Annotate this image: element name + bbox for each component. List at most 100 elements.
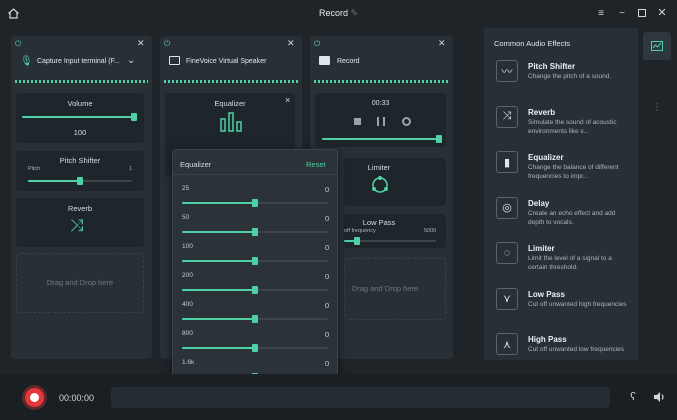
power-icon[interactable]: ⏻ [15, 39, 21, 49]
eq-band-label: 400 [182, 301, 193, 308]
maximize-icon[interactable] [636, 7, 648, 19]
effect-description: Cut off unwanted low frequencies [528, 346, 624, 353]
reverb-title: Reverb [67, 204, 93, 213]
source-label: FineVoice Virtual Speaker [186, 58, 267, 65]
high-pass-icon: ⋏ [496, 333, 518, 355]
drop-zone[interactable]: Drag and Drop here [16, 253, 144, 313]
volume-icon[interactable] [652, 390, 666, 404]
eq-band-slider[interactable] [182, 286, 328, 294]
effect-description: Limit the level of a signal to a certain… [528, 255, 612, 271]
pause-icon[interactable] [377, 117, 385, 126]
eq-band-label: 50 [182, 214, 190, 221]
power-icon[interactable]: ⏻ [314, 39, 320, 49]
close-icon[interactable]: ✕ [137, 38, 145, 49]
pitch-slider[interactable] [28, 177, 132, 185]
slider-handle[interactable] [77, 177, 83, 185]
effect-item-pitch-shifter[interactable]: 〰 Pitch Shifter Change the pitch of a so… [496, 60, 636, 100]
low-pass-param-label: off frequency [344, 228, 376, 234]
effect-item-high-pass[interactable]: ⋏ High Pass Cut off unwanted low frequen… [496, 333, 636, 373]
pitch-shifter-card[interactable]: Pitch Shifter Pitch 1 [16, 151, 144, 191]
volume-card: Volume 100 [16, 93, 144, 143]
eq-band-slider[interactable] [182, 199, 328, 207]
slider-handle[interactable] [354, 237, 360, 245]
effect-description: Cut off unwanted high frequencies [528, 300, 627, 308]
volume-value: 100 [73, 128, 87, 137]
equalizer-popup: Equalizer Reset 25 0 50 0 100 0 200 0 40… [172, 149, 338, 394]
delay-icon: ◎ [496, 196, 518, 219]
eq-band-slider[interactable] [182, 257, 328, 265]
slider-handle[interactable] [252, 286, 258, 294]
close-icon[interactable]: × [285, 95, 290, 105]
close-icon[interactable]: ✕ [656, 6, 668, 19]
mixer-tab-icon[interactable]: ⫶ [643, 94, 671, 122]
slider-handle[interactable] [252, 228, 258, 236]
slider-handle[interactable] [252, 199, 258, 207]
eq-band-row: 400 0 [173, 301, 337, 327]
eq-band-label: 800 [182, 330, 193, 337]
reset-icon[interactable] [402, 117, 411, 126]
equalizer-icon [219, 111, 243, 135]
eq-band-slider[interactable] [182, 344, 328, 352]
equalizer-icon: ▮ [496, 151, 518, 173]
low-pass-card[interactable]: Low Pass off frequency 5000 [344, 214, 446, 248]
chevron-down-icon[interactable]: ⌄ [127, 55, 135, 66]
eq-band-row: 50 0 [173, 214, 337, 240]
reset-button[interactable]: Reset [306, 160, 326, 169]
low-pass-icon: ⋎ [496, 287, 518, 310]
eq-band-label: 25 [182, 185, 190, 192]
eq-band-slider[interactable] [182, 228, 328, 236]
drop-zone-text: Drag and Drop here [46, 278, 114, 287]
effect-name: Reverb [528, 107, 556, 117]
effects-tab-icon[interactable] [643, 32, 671, 60]
slider-handle[interactable] [252, 315, 258, 323]
record-button-icon[interactable] [25, 388, 44, 407]
eq-band-row: 800 0 [173, 330, 337, 356]
slider-handle[interactable] [252, 344, 258, 352]
effect-name: Equalizer [528, 153, 564, 162]
eq-band-slider[interactable] [182, 315, 328, 323]
record-time: 00:33 [371, 100, 390, 107]
equalizer-popup-title: Equalizer [180, 160, 212, 169]
drop-zone[interactable]: Drag and Drop here [344, 258, 446, 320]
power-icon[interactable]: ⏻ [164, 39, 170, 49]
slider-handle[interactable] [436, 135, 442, 143]
effect-item-low-pass[interactable]: ⋎ Low Pass Cut off unwanted high frequen… [496, 287, 636, 328]
microphone-icon: 🎙 [20, 56, 33, 67]
minimize-icon[interactable]: − [616, 7, 628, 19]
effect-name: Limiter [528, 244, 555, 253]
low-pass-slider[interactable] [344, 237, 436, 245]
effect-item-equalizer[interactable]: ▮ Equalizer Change the balance of differ… [496, 151, 636, 191]
channel-column-capture: ⏻ ✕ 🎙 Capture Input terminal (F... ⌄ Vol… [11, 36, 152, 359]
low-pass-title: Low Pass [362, 218, 396, 227]
timeline-track [111, 387, 610, 408]
eq-band-value: 0 [325, 330, 330, 339]
effect-item-delay[interactable]: ◎ Delay Create an echo effect and add de… [496, 196, 636, 237]
record-timer: 00:00:00 [59, 393, 95, 403]
reverb-card[interactable]: Reverb ⤨ [16, 198, 144, 247]
edit-icon[interactable]: ✎ [350, 8, 358, 18]
ear-monitor-icon[interactable]: ʕ [627, 390, 639, 404]
volume-slider[interactable] [22, 113, 137, 121]
limiter-card[interactable]: Limiter [344, 158, 446, 206]
window-title: Record ✎ [318, 8, 359, 18]
close-icon[interactable]: ✕ [438, 38, 446, 49]
effect-name: High Pass [528, 335, 567, 344]
pitch-shifter-title: Pitch Shifter [59, 156, 101, 165]
effect-item-limiter[interactable]: ◌ Limiter Limit the level of a signal to… [496, 242, 636, 282]
pitch-label: Pitch [28, 166, 41, 172]
close-icon[interactable]: ✕ [287, 38, 295, 49]
eq-band-label: 100 [182, 243, 193, 250]
source-label[interactable]: Capture Input terminal (F... [37, 58, 120, 65]
eq-band-value: 0 [325, 301, 330, 310]
shuffle-icon: ⤨ [496, 105, 518, 128]
record-progress[interactable] [322, 135, 442, 143]
stop-icon[interactable] [354, 118, 361, 125]
record-folder-icon [319, 56, 330, 65]
level-meter [164, 80, 298, 83]
eq-band-row: 200 0 [173, 272, 337, 298]
low-pass-param-value: 5000 [424, 228, 437, 234]
slider-handle[interactable] [252, 257, 258, 265]
slider-handle[interactable] [131, 113, 137, 121]
effect-item-reverb[interactable]: ⤨ Reverb Simulate the sound of acoustic … [496, 105, 636, 146]
hamburger-menu-icon[interactable]: ≡ [595, 7, 607, 19]
